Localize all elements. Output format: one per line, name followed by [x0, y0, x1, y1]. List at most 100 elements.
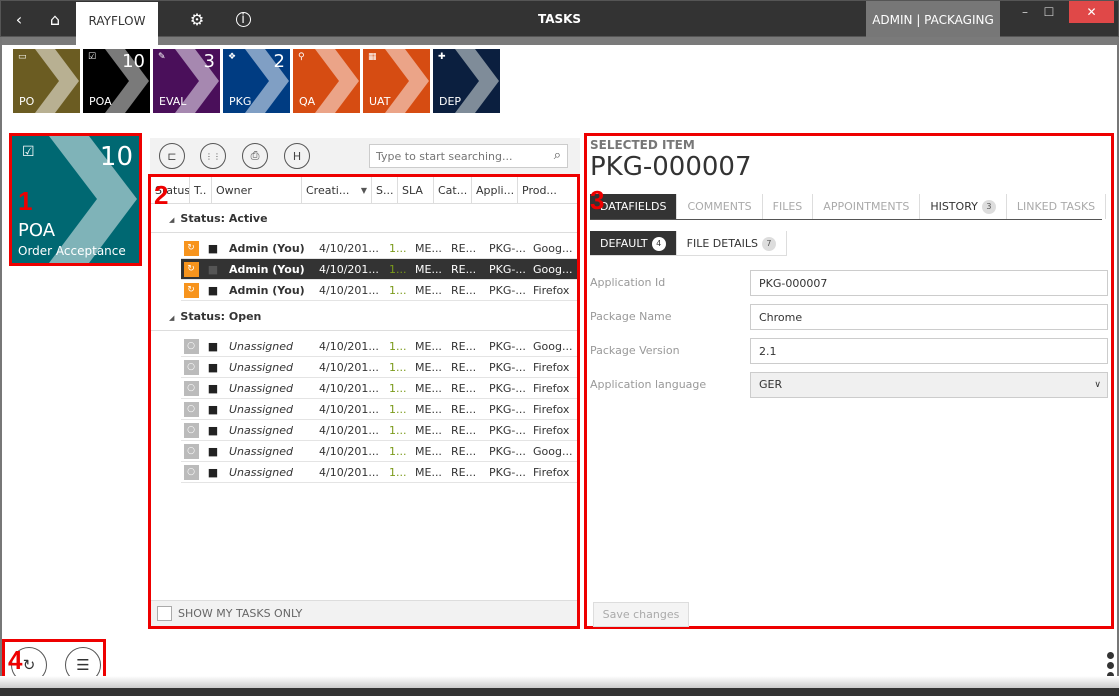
task-type-icon: ■ [207, 262, 219, 276]
table-row[interactable]: ○ ■ Unassigned 4/10/201... 1... ME... RE… [181, 399, 577, 420]
show-my-tasks-checkbox[interactable] [157, 606, 172, 621]
stage-tile-pkg[interactable]: ❖ 2 PKG [223, 49, 290, 113]
creation-cell: 4/10/201... [319, 262, 379, 276]
stage-tile-dep[interactable]: ✚ DEP [433, 49, 500, 113]
in-progress-icon: ↻ [183, 282, 199, 298]
detail-panel: SELECTED ITEM PKG-000007 DATAFIELDS COMME… [584, 133, 1114, 629]
application-id-input[interactable] [750, 270, 1108, 296]
col-type[interactable]: T.. [190, 177, 212, 204]
search-input[interactable] [370, 145, 540, 167]
s-cell: 1... [389, 423, 407, 437]
category-cell: RE... [451, 402, 477, 416]
sla-cell: ME... [415, 360, 442, 374]
table-row[interactable]: ↻ ■ Admin (You) 4/10/201... 1... ME... R… [181, 259, 577, 280]
collapse-icon[interactable]: ◢ [169, 216, 174, 224]
maximize-button[interactable]: ☐ [1037, 1, 1061, 23]
save-changes-button[interactable]: Save changes [593, 602, 689, 627]
stage-tile-qa[interactable]: ⚲ QA [293, 49, 360, 113]
info-button[interactable]: i [225, 1, 261, 38]
table-row[interactable]: ○ ■ Unassigned 4/10/201... 1... ME... RE… [181, 441, 577, 462]
close-button[interactable]: ✕ [1069, 1, 1114, 23]
category-cell: RE... [451, 444, 477, 458]
tab-linked-tasks[interactable]: LINKED TASKS [1007, 194, 1107, 219]
more-options-button[interactable] [1107, 652, 1115, 679]
col-owner[interactable]: Owner [212, 177, 302, 204]
table-row[interactable]: ○ ■ Unassigned 4/10/201... 1... ME... RE… [181, 462, 577, 483]
chevron-down-icon: ∨ [1094, 380, 1101, 390]
minimize-button[interactable]: – [1013, 1, 1037, 23]
table-row[interactable]: ○ ■ Unassigned 4/10/201... 1... ME... RE… [181, 357, 577, 378]
info-icon: i [235, 12, 251, 27]
col-application[interactable]: Appli... [472, 177, 518, 204]
chevron-shape [35, 49, 79, 113]
stage-tiles: ▭ PO ☑ 10 POA ✎ 3 EVAL ❖ 2 PKG ⚲ QA ▦ UA… [13, 49, 500, 113]
col-s[interactable]: S... [372, 177, 398, 204]
columns-button[interactable]: ⋮⋮ [200, 143, 226, 169]
application-cell: PKG-... [489, 241, 526, 255]
stage-tile-po[interactable]: ▭ PO [13, 49, 80, 113]
open-status-icon: ○ [183, 443, 199, 459]
col-creation[interactable]: Creati... ▼ [302, 177, 372, 204]
open-status-icon: ○ [183, 401, 199, 417]
product-cell: Goog... [533, 339, 573, 353]
table-row[interactable]: ○ ■ Unassigned 4/10/201... 1... ME... RE… [181, 378, 577, 399]
owner-cell: Unassigned [229, 402, 293, 416]
subtab-file-details[interactable]: FILE DETAILS 7 [676, 231, 787, 256]
stage-label: EVAL [159, 95, 187, 108]
category-cell: RE... [451, 339, 477, 353]
tab-files[interactable]: FILES [763, 194, 814, 219]
detail-tabs: DATAFIELDS COMMENTS FILES APPOINTMENTS HISTO… [590, 194, 1107, 220]
home-button[interactable]: ⌂ [37, 1, 73, 38]
tab-appointments[interactable]: APPOINTMENTS [813, 194, 921, 219]
back-button[interactable]: ‹ [1, 1, 37, 38]
table-row[interactable]: ↻ ■ Admin (You) 4/10/201... 1... ME... R… [181, 280, 577, 301]
stage-label: DEP [439, 95, 462, 108]
col-category[interactable]: Cat... [434, 177, 472, 204]
stage-tile-poa[interactable]: ☑ 10 POA [83, 49, 150, 113]
collapse-icon[interactable]: ◢ [169, 314, 174, 322]
package-name-input[interactable] [750, 304, 1108, 330]
layout-button[interactable]: H [284, 143, 310, 169]
col-product[interactable]: Prod... [518, 177, 568, 204]
group-header[interactable]: ◢ Status: Active [151, 205, 577, 233]
col-sla[interactable]: SLA [398, 177, 434, 204]
tab-comments[interactable]: COMMENTS [677, 194, 763, 219]
search-icon[interactable]: ⌕ [554, 148, 561, 163]
stage-tile-uat[interactable]: ▦ UAT [363, 49, 430, 113]
sla-cell: ME... [415, 402, 442, 416]
chevron-shape [315, 49, 359, 113]
product-cell: Firefox [533, 465, 570, 479]
s-cell: 1... [389, 339, 407, 353]
application-language-select[interactable]: GER ∨ [750, 372, 1108, 398]
refresh-icon: ↻ [22, 656, 36, 674]
group-header[interactable]: ◢ Status: Open [151, 303, 577, 331]
creation-cell: 4/10/201... [319, 465, 379, 479]
table-row[interactable]: ○ ■ Unassigned 4/10/201... 1... ME... RE… [181, 336, 577, 357]
field-row: Application language GER ∨ [590, 372, 1110, 398]
owner-cell: Unassigned [229, 423, 293, 437]
table-row[interactable]: ↻ ■ Admin (You) 4/10/201... 1... ME... R… [181, 238, 577, 259]
gear-icon: ⚙ [189, 10, 205, 29]
in-progress-icon: ↻ [183, 261, 199, 277]
owner-cell: Admin (You) [229, 283, 305, 297]
sla-cell: ME... [415, 283, 442, 297]
tab-history[interactable]: HISTORY 3 [920, 194, 1007, 219]
product-cell: Firefox [533, 283, 570, 297]
owner-cell: Admin (You) [229, 241, 305, 255]
user-context[interactable]: ADMIN | PACKAGING [866, 1, 1000, 38]
subtab-default[interactable]: DEFAULT 4 [590, 231, 677, 256]
stage-count: 3 [203, 51, 215, 72]
group-button[interactable]: ⊏ [159, 143, 185, 169]
s-cell: 1... [389, 262, 407, 276]
group-label: Status: Open [180, 310, 262, 323]
stage-tile-eval[interactable]: ✎ 3 EVAL [153, 49, 220, 113]
package-version-input[interactable] [750, 338, 1108, 364]
task-type-icon: ■ [207, 360, 219, 374]
sub-bar [0, 37, 1119, 45]
tab-rayflow[interactable]: RAYFLOW [76, 2, 158, 46]
frame-border [0, 37, 2, 688]
title-bar: ‹ ⌂ RAYFLOW ⚙ i TASKS ADMIN | PACKAGING … [0, 0, 1119, 46]
table-row[interactable]: ○ ■ Unassigned 4/10/201... 1... ME... RE… [181, 420, 577, 441]
print-button[interactable]: ⎙ [242, 143, 268, 169]
settings-button[interactable]: ⚙ [179, 1, 215, 38]
